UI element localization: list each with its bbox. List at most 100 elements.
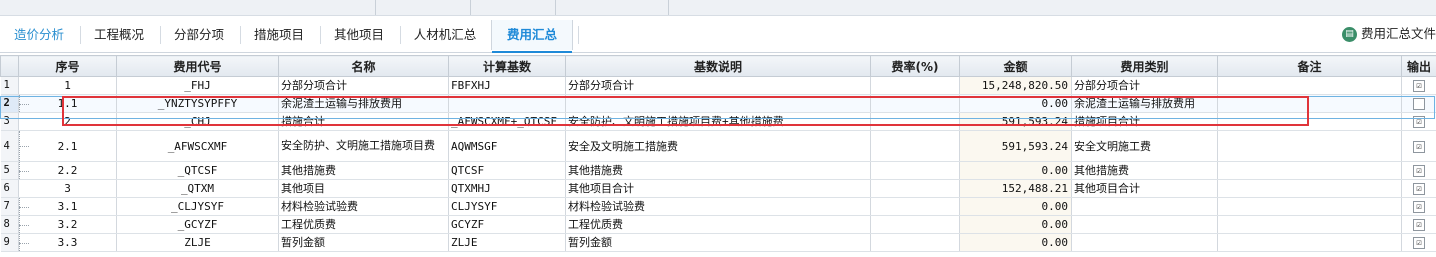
seq-cell[interactable]: 2.2 bbox=[18, 161, 117, 180]
code-cell[interactable]: _GCYZF bbox=[116, 215, 279, 234]
seq-cell[interactable]: 2 bbox=[18, 112, 117, 131]
seq-cell[interactable]: 1 bbox=[18, 76, 117, 95]
base-desc-cell[interactable] bbox=[565, 94, 871, 113]
note-cell[interactable] bbox=[1217, 130, 1402, 162]
category-cell[interactable]: 其他措施费 bbox=[1071, 161, 1218, 180]
tab-cost-analysis[interactable]: 造价分析 bbox=[6, 20, 72, 50]
column-header-rate[interactable]: 费率(%) bbox=[870, 55, 960, 77]
code-cell[interactable]: _YNZTYSYPFFY bbox=[116, 94, 279, 113]
output-checkbox[interactable]: ☑ bbox=[1413, 140, 1425, 153]
table-row[interactable]: 4 2.1 _AFWSCXMF 安全防护、文明施工措施项目费 AQWMSGF 安… bbox=[0, 130, 1436, 162]
seq-cell[interactable]: 3.2 bbox=[18, 215, 117, 234]
rate-cell[interactable] bbox=[870, 197, 960, 216]
output-checkbox-cell[interactable]: ☑ bbox=[1401, 112, 1436, 131]
code-cell[interactable]: _QTCSF bbox=[116, 161, 279, 180]
name-cell[interactable]: 措施合计 bbox=[278, 112, 449, 131]
table-row[interactable]: 8 3.2 _GCYZF 工程优质费 GCYZF 工程优质费 0.00 ☑ bbox=[0, 215, 1436, 234]
base-desc-cell[interactable]: 安全及文明施工措施费 bbox=[565, 130, 871, 162]
base-cell[interactable]: CLJYSYF bbox=[448, 197, 566, 216]
output-checkbox[interactable]: ☑ bbox=[1413, 116, 1425, 128]
output-checkbox[interactable] bbox=[1413, 98, 1425, 110]
tab-project-overview[interactable]: 工程概况 bbox=[86, 20, 152, 50]
rate-cell[interactable] bbox=[870, 130, 960, 162]
seq-cell[interactable]: 3.3 bbox=[18, 233, 117, 252]
category-cell[interactable]: 安全文明施工费 bbox=[1071, 130, 1218, 162]
tab-other-items[interactable]: 其他项目 bbox=[326, 20, 392, 50]
output-checkbox-cell[interactable] bbox=[1401, 94, 1436, 113]
category-cell[interactable]: 措施项目合计 bbox=[1071, 112, 1218, 131]
rate-cell[interactable] bbox=[870, 76, 960, 95]
note-cell[interactable] bbox=[1217, 161, 1402, 180]
rate-cell[interactable] bbox=[870, 161, 960, 180]
base-cell[interactable]: _AFWSCXMF+_QTCSF bbox=[448, 112, 566, 131]
seq-cell[interactable]: 2.1 bbox=[18, 130, 117, 162]
output-checkbox[interactable]: ☑ bbox=[1413, 201, 1425, 213]
code-cell[interactable]: _QTXM bbox=[116, 179, 279, 198]
column-header-base-desc[interactable]: 基数说明 bbox=[565, 55, 871, 77]
output-checkbox-cell[interactable]: ☑ bbox=[1401, 233, 1436, 252]
rate-cell[interactable] bbox=[870, 112, 960, 131]
code-cell[interactable]: _FHJ bbox=[116, 76, 279, 95]
table-row[interactable]: 3− 2 _CHJ 措施合计 _AFWSCXMF+_QTCSF 安全防护、文明施… bbox=[0, 112, 1436, 131]
category-cell[interactable]: 其他项目合计 bbox=[1071, 179, 1218, 198]
base-desc-cell[interactable]: 安全防护、文明施工措施项目费+其他措施费 bbox=[565, 112, 871, 131]
tab-measures[interactable]: 措施项目 bbox=[246, 20, 312, 50]
name-cell[interactable]: 安全防护、文明施工措施项目费 bbox=[278, 130, 449, 162]
table-row[interactable]: 5 2.2 _QTCSF 其他措施费 QTCSF 其他措施费 0.00 其他措施… bbox=[0, 161, 1436, 180]
column-header-note[interactable]: 备注 bbox=[1217, 55, 1402, 77]
table-row[interactable]: 6− 3 _QTXM 其他项目 QTXMHJ 其他项目合计 152,488.21… bbox=[0, 179, 1436, 198]
note-cell[interactable] bbox=[1217, 76, 1402, 95]
column-header-code[interactable]: 费用代号 bbox=[116, 55, 279, 77]
table-row[interactable]: 9 3.3 ZLJE 暂列金额 ZLJE 暂列金额 0.00 ☑ bbox=[0, 233, 1436, 252]
category-cell[interactable]: 分部分项合计 bbox=[1071, 76, 1218, 95]
base-cell[interactable]: QTCSF bbox=[448, 161, 566, 180]
base-desc-cell[interactable]: 分部分项合计 bbox=[565, 76, 871, 95]
base-cell[interactable] bbox=[448, 94, 566, 113]
base-cell[interactable]: GCYZF bbox=[448, 215, 566, 234]
output-checkbox[interactable]: ☑ bbox=[1413, 165, 1425, 177]
fee-summary-file-button[interactable]: ▤ 费用汇总文件 bbox=[1341, 24, 1436, 44]
rate-cell[interactable] bbox=[870, 233, 960, 252]
table-row[interactable]: 1− 1 _FHJ 分部分项合计 FBFXHJ 分部分项合计 15,248,82… bbox=[0, 76, 1436, 95]
code-cell[interactable]: _CHJ bbox=[116, 112, 279, 131]
seq-cell[interactable]: 3 bbox=[18, 179, 117, 198]
name-cell[interactable]: 材料检验试验费 bbox=[278, 197, 449, 216]
note-cell[interactable] bbox=[1217, 233, 1402, 252]
rate-cell[interactable] bbox=[870, 179, 960, 198]
tab-labor-material-machine[interactable]: 人材机汇总 bbox=[406, 20, 484, 50]
table-row[interactable]: 7 3.1 _CLJYSYF 材料检验试验费 CLJYSYF 材料检验试验费 0… bbox=[0, 197, 1436, 216]
output-checkbox[interactable]: ☑ bbox=[1413, 183, 1425, 195]
column-header-base[interactable]: 计算基数 bbox=[448, 55, 566, 77]
seq-cell[interactable]: 3.1 bbox=[18, 197, 117, 216]
output-checkbox[interactable]: ☑ bbox=[1413, 219, 1425, 231]
name-cell[interactable]: 工程优质费 bbox=[278, 215, 449, 234]
output-checkbox-cell[interactable]: ☑ bbox=[1401, 215, 1436, 234]
base-cell[interactable]: FBFXHJ bbox=[448, 76, 566, 95]
column-header-seq[interactable]: 序号 bbox=[18, 55, 117, 77]
output-checkbox[interactable]: ☑ bbox=[1413, 237, 1425, 249]
name-cell[interactable]: 其他项目 bbox=[278, 179, 449, 198]
name-cell[interactable]: 其他措施费 bbox=[278, 161, 449, 180]
base-desc-cell[interactable]: 工程优质费 bbox=[565, 215, 871, 234]
name-cell[interactable]: 分部分项合计 bbox=[278, 76, 449, 95]
code-cell[interactable]: _CLJYSYF bbox=[116, 197, 279, 216]
category-cell[interactable]: 余泥渣土运输与排放费用 bbox=[1071, 94, 1218, 113]
category-cell[interactable] bbox=[1071, 233, 1218, 252]
rate-cell[interactable] bbox=[870, 94, 960, 113]
output-checkbox-cell[interactable]: ☑ bbox=[1401, 130, 1436, 162]
note-cell[interactable] bbox=[1217, 179, 1402, 198]
base-cell[interactable]: ZLJE bbox=[448, 233, 566, 252]
name-cell[interactable]: 余泥渣土运输与排放费用 bbox=[278, 94, 449, 113]
column-header-output[interactable]: 输出 bbox=[1401, 55, 1436, 77]
column-header-category[interactable]: 费用类别 bbox=[1071, 55, 1218, 77]
column-header-name[interactable]: 名称 bbox=[278, 55, 449, 77]
base-desc-cell[interactable]: 其他措施费 bbox=[565, 161, 871, 180]
category-cell[interactable] bbox=[1071, 215, 1218, 234]
name-cell[interactable]: 暂列金额 bbox=[278, 233, 449, 252]
base-desc-cell[interactable]: 其他项目合计 bbox=[565, 179, 871, 198]
code-cell[interactable]: _AFWSCXMF bbox=[116, 130, 279, 162]
table-row-selected[interactable]: 2 1.1 _YNZTYSYPFFY 余泥渣土运输与排放费用 0.00 余泥渣土… bbox=[0, 94, 1436, 113]
rate-cell[interactable] bbox=[870, 215, 960, 234]
output-checkbox-cell[interactable]: ☑ bbox=[1401, 161, 1436, 180]
output-checkbox-cell[interactable]: ☑ bbox=[1401, 197, 1436, 216]
